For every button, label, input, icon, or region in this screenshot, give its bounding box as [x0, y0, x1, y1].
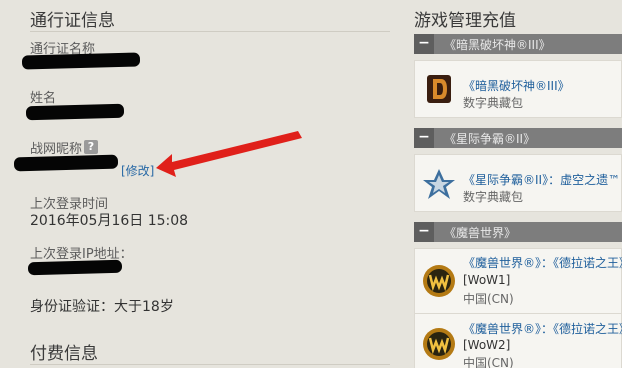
game-region: 中国(CN)	[463, 356, 514, 368]
wow-icon	[423, 328, 455, 360]
starcraft-icon	[423, 169, 455, 199]
redacted-nickname	[13, 154, 119, 172]
redacted-passport-name	[21, 52, 141, 70]
game-account-id: [WoW2]	[463, 338, 511, 352]
diablo-icon	[427, 75, 451, 103]
wow-icon	[423, 265, 455, 297]
edit-nickname-link[interactable]: [修改]	[121, 162, 154, 179]
games-panel: 游戏管理充值 − 《暗黑破坏神®III》 《暗黑破坏神®III》 数字典藏包 −…	[414, 0, 622, 368]
section-divider	[30, 364, 390, 365]
section-divider	[30, 31, 390, 32]
nickname-label: 战网昵称	[30, 142, 83, 157]
collapse-icon[interactable]: −	[414, 128, 434, 148]
game-group-header-wow[interactable]: − 《魔兽世界》	[414, 222, 622, 242]
game-name-link[interactable]: 《暗黑破坏神®III》	[463, 77, 570, 94]
redacted-ip	[27, 259, 123, 276]
game-name-link[interactable]: 《魔兽世界®》：《德拉诺之王》	[463, 254, 622, 271]
game-name-link[interactable]: 《星际争霸®II》：虚空之遗™	[463, 171, 620, 188]
surname-label: 姓名	[30, 91, 57, 106]
collapse-icon[interactable]: −	[414, 34, 434, 54]
game-entry[interactable]: 《魔兽世界®》：《德拉诺之王》 [WoW2] 中国(CN)	[414, 314, 622, 368]
group-title: 《暗黑破坏神®III》	[444, 37, 551, 52]
billing-section-title: 付费信息	[30, 344, 98, 364]
game-region: 中国(CN)	[463, 292, 514, 306]
game-edition: 数字典藏包	[463, 190, 524, 204]
game-entry[interactable]: 《魔兽世界®》：《德拉诺之王》 [WoW1] 中国(CN)	[414, 248, 622, 314]
game-group-header-diablo[interactable]: − 《暗黑破坏神®III》	[414, 34, 622, 54]
redacted-surname	[25, 103, 125, 121]
game-entry[interactable]: 《暗黑破坏神®III》 数字典藏包	[414, 60, 622, 118]
game-name-link[interactable]: 《魔兽世界®》：《德拉诺之王》	[463, 320, 622, 337]
game-entry[interactable]: 《星际争霸®II》：虚空之遗™ 数字典藏包	[414, 154, 622, 212]
games-section-title: 游戏管理充值	[414, 11, 516, 31]
account-section-title: 通行证信息	[30, 11, 115, 31]
account-panel: 通行证信息 通行证名称 姓名 战网昵称 ? [修改] 上次登录时间 2016年0…	[0, 0, 390, 368]
game-edition: 数字典藏包	[463, 96, 524, 110]
help-icon[interactable]: ?	[84, 140, 98, 154]
game-account-id: [WoW1]	[463, 273, 511, 287]
last-login-value: 2016年05月16日 15:08	[30, 213, 189, 229]
group-title: 《星际争霸®II》	[444, 131, 536, 146]
id-verification: 身份证验证：大于18岁	[30, 299, 174, 315]
game-group-header-starcraft[interactable]: − 《星际争霸®II》	[414, 128, 622, 148]
collapse-icon[interactable]: −	[414, 222, 434, 242]
group-title: 《魔兽世界》	[444, 225, 517, 240]
